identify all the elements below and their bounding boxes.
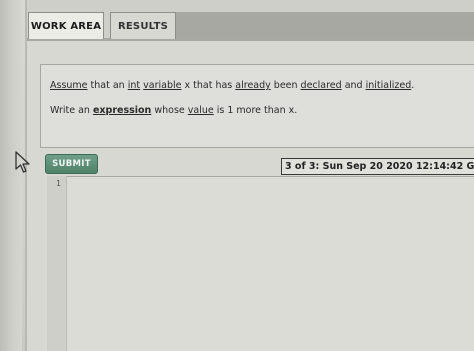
- tab-strip-fill: [176, 12, 474, 39]
- glossary-assume[interactable]: Assume: [50, 80, 88, 91]
- code-input[interactable]: [69, 177, 474, 351]
- editor-gutter: [47, 176, 67, 351]
- question-text: Write an: [50, 105, 93, 116]
- question-text: been: [270, 80, 301, 91]
- submit-button[interactable]: SUBMIT: [45, 154, 98, 174]
- tab-work-area[interactable]: WORK AREA: [28, 12, 104, 39]
- glossary-initialized[interactable]: initialized: [366, 80, 412, 91]
- question-text: whose: [151, 105, 188, 116]
- question-text: is 1 more than x.: [213, 105, 298, 116]
- question-line-1: Assume that an int variable x that has a…: [50, 80, 414, 91]
- glossary-int[interactable]: int: [128, 80, 140, 91]
- screen-left-edge: [0, 0, 22, 351]
- tab-results[interactable]: RESULTS: [110, 12, 176, 39]
- question-line-2: Write an expression whose value is 1 mor…: [50, 105, 297, 116]
- question-text: that an: [87, 80, 128, 91]
- line-number: 1: [56, 179, 61, 188]
- mouse-pointer-icon: [15, 151, 30, 173]
- glossary-declared[interactable]: declared: [301, 80, 342, 91]
- submission-status: 3 of 3: Sun Sep 20 2020 12:14:42 GMT: [281, 158, 474, 175]
- glossary-already[interactable]: already: [235, 80, 270, 91]
- question-text: and: [341, 80, 366, 91]
- glossary-value[interactable]: value: [188, 105, 214, 116]
- glossary-variable[interactable]: variable: [143, 80, 181, 91]
- question-text: x that has: [181, 80, 236, 91]
- glossary-expression[interactable]: expression: [93, 105, 151, 116]
- question-text: .: [411, 80, 415, 91]
